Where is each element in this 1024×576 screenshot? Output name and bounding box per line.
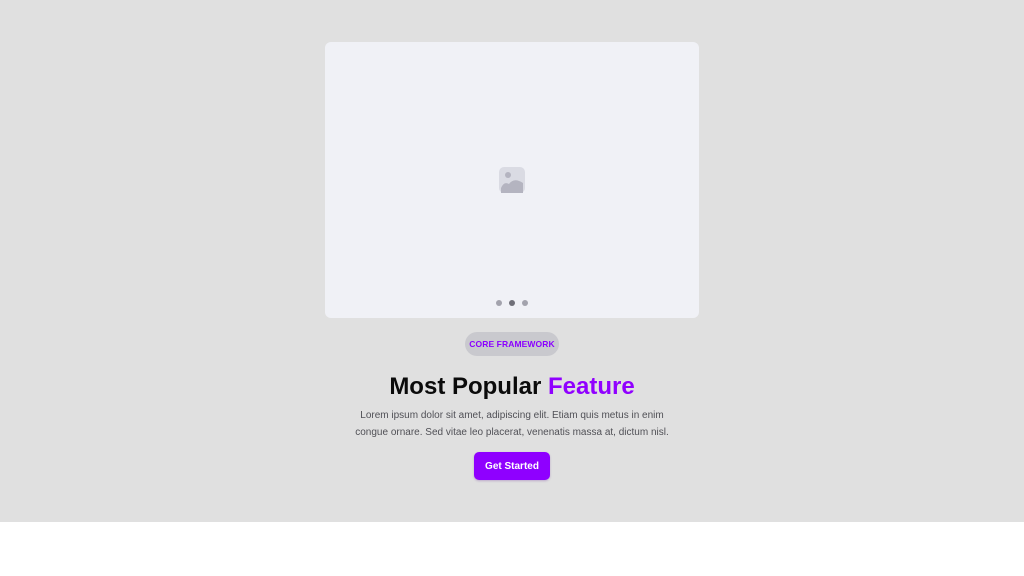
carousel-pagination — [496, 299, 528, 307]
image-placeholder-icon — [499, 167, 525, 193]
carousel-dot-2[interactable] — [509, 300, 515, 306]
hero-section: CORE FRAMEWORK Most Popular Feature Lore… — [0, 0, 1024, 522]
get-started-button[interactable]: Get Started — [474, 452, 550, 480]
description-line-2: congue ornare. Sed vitae leo placerat, v… — [355, 427, 669, 438]
description: Lorem ipsum dolor sit amet, adipiscing e… — [352, 407, 672, 441]
title-main: Most Popular — [389, 373, 548, 400]
carousel-dot-1[interactable] — [496, 300, 502, 306]
category-badge: CORE FRAMEWORK — [465, 332, 559, 356]
description-line-1: Lorem ipsum dolor sit amet, adipiscing e… — [360, 410, 664, 421]
title-accent: Feature — [547, 373, 635, 400]
page-title: Most Popular Feature — [200, 371, 824, 403]
carousel-dot-3[interactable] — [522, 300, 528, 306]
